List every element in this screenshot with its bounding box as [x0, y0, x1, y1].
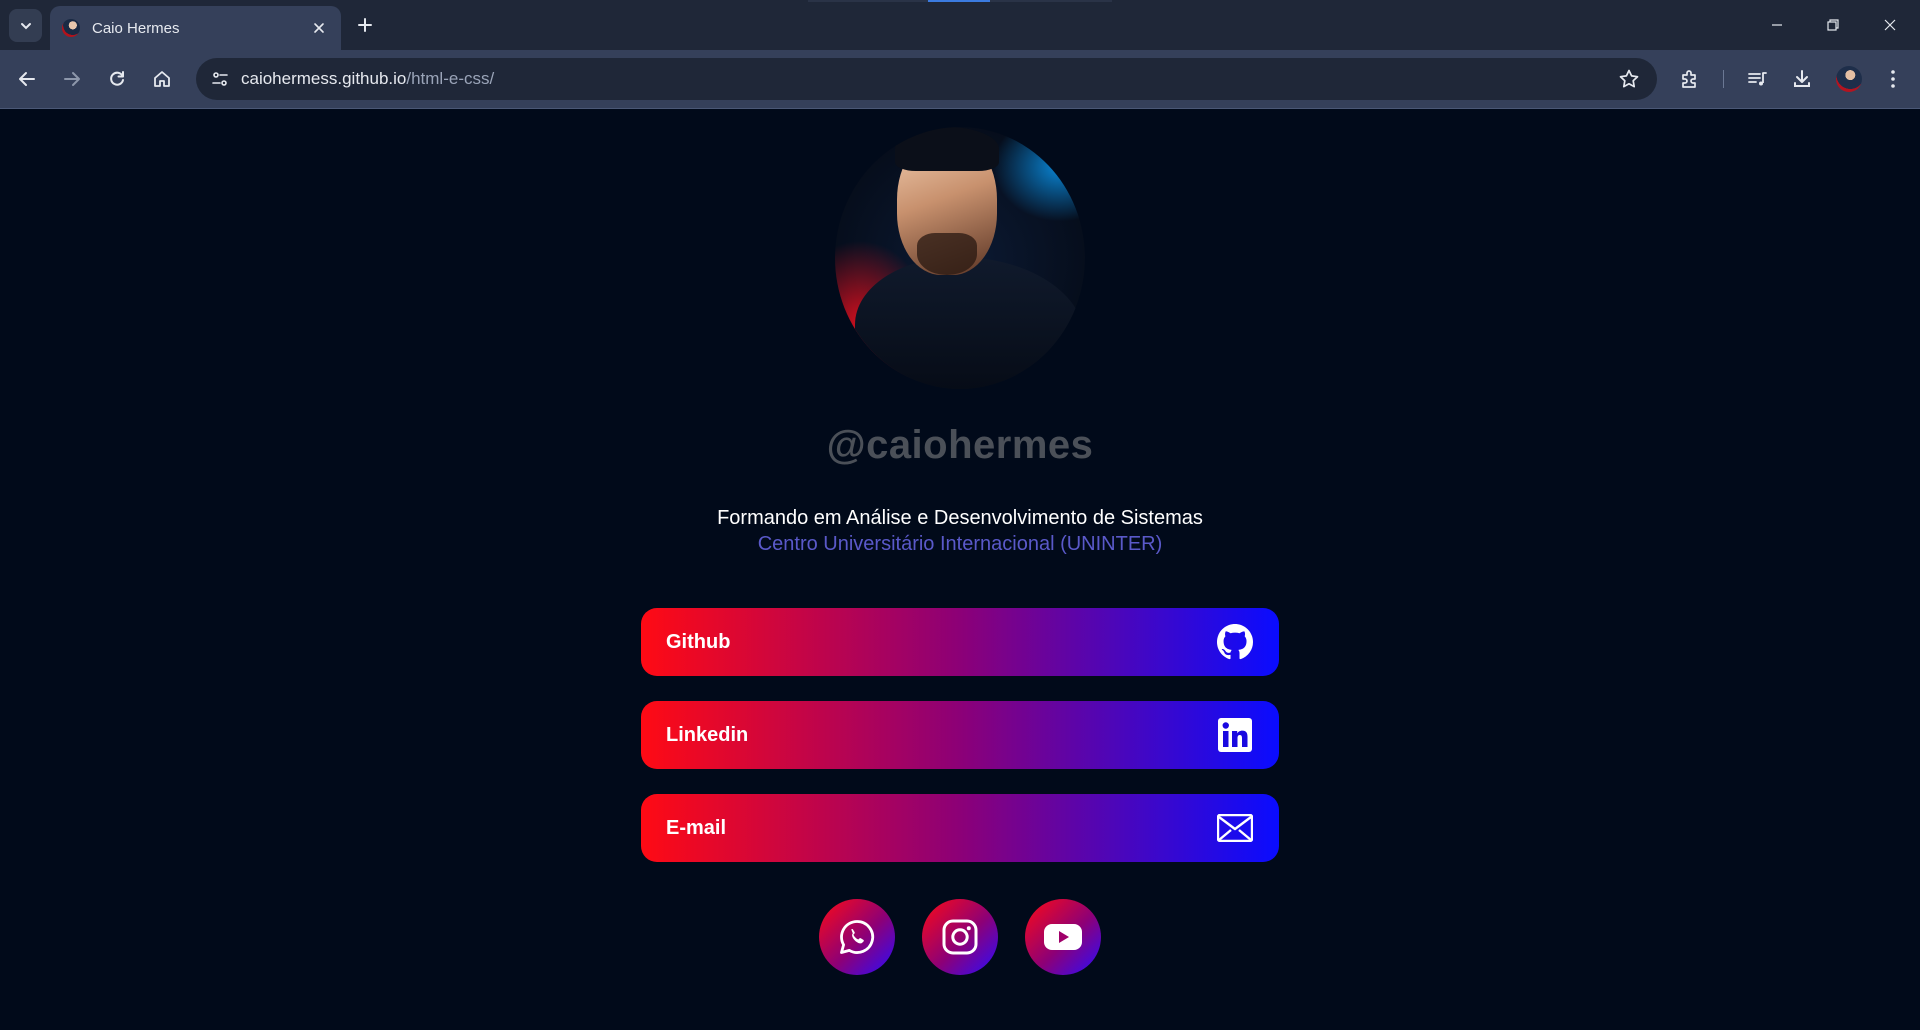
linkedin-link-button[interactable]: Linkedin — [641, 701, 1279, 769]
tab-title: Caio Hermes — [92, 19, 180, 37]
username: @caiohermes — [826, 423, 1094, 467]
back-button[interactable] — [11, 63, 43, 95]
reload-icon — [110, 71, 124, 86]
chevron-down-icon — [20, 22, 31, 29]
headline: Formando em Análise e Desenvolvimento de… — [717, 507, 1203, 529]
favicon-icon — [62, 19, 80, 37]
profile-avatar[interactable] — [1836, 66, 1862, 92]
plus-icon — [358, 18, 372, 32]
email-link-button[interactable]: E-mail — [641, 794, 1279, 862]
tab-close-button[interactable] — [309, 18, 329, 38]
photo-beard — [917, 233, 977, 275]
page-content: @caiohermes Formando em Análise e Desenv… — [0, 110, 1920, 1030]
tab-search-button[interactable] — [9, 9, 42, 42]
browser-toolbar: caiohermess.github.io/html-e-css/ — [0, 50, 1920, 109]
extensions-button[interactable] — [1674, 63, 1706, 95]
link-label: Github — [666, 630, 731, 653]
link-label: E-mail — [666, 816, 727, 839]
photo-hoodie — [855, 257, 1085, 389]
github-icon — [1215, 622, 1255, 662]
queue-music-icon — [1748, 72, 1767, 86]
new-tab-button[interactable] — [352, 12, 378, 38]
home-button[interactable] — [146, 63, 178, 95]
arrow-left-icon — [19, 72, 35, 86]
arrow-right-icon — [64, 72, 80, 86]
browser-tab-active[interactable]: Caio Hermes — [50, 6, 341, 50]
url-text[interactable]: caiohermess.github.io/html-e-css/ — [241, 58, 494, 100]
whatsapp-icon — [840, 920, 875, 954]
browser-menu-button[interactable] — [1877, 63, 1909, 95]
github-link-button[interactable]: Github — [641, 608, 1279, 676]
forward-button[interactable] — [56, 63, 88, 95]
restore-icon — [1827, 19, 1839, 31]
tune-icon — [212, 72, 228, 86]
downloads-button[interactable] — [1786, 63, 1818, 95]
download-icon — [1794, 70, 1810, 87]
youtube-button[interactable] — [1025, 899, 1101, 975]
bookmark-button[interactable] — [1617, 67, 1641, 91]
mail-icon — [1215, 808, 1255, 848]
close-icon — [314, 23, 324, 33]
star-icon — [1619, 69, 1639, 88]
link-label: Linkedin — [666, 723, 749, 746]
home-icon — [154, 71, 170, 87]
minimize-button[interactable] — [1749, 0, 1805, 50]
restore-button[interactable] — [1805, 0, 1861, 50]
toolbar-divider — [1723, 70, 1724, 88]
tab-strip-indicator — [928, 0, 990, 2]
profile-photo — [835, 127, 1085, 389]
reload-button[interactable] — [101, 63, 133, 95]
url-host: caiohermess.github.io — [241, 69, 407, 88]
site-info-button[interactable] — [204, 63, 236, 95]
url-path: /html-e-css/ — [406, 69, 495, 88]
puzzle-icon — [1682, 70, 1696, 88]
media-controls-button[interactable] — [1741, 63, 1773, 95]
close-icon — [1884, 19, 1896, 31]
more-vert-icon — [1891, 70, 1895, 88]
whatsapp-button[interactable] — [819, 899, 895, 975]
photo-hair — [895, 127, 999, 171]
youtube-icon — [1044, 924, 1082, 950]
linkedin-icon — [1215, 715, 1255, 755]
minimize-icon — [1772, 24, 1782, 26]
instagram-icon — [942, 919, 978, 955]
close-window-button[interactable] — [1862, 0, 1918, 50]
institution: Centro Universitário Internacional (UNIN… — [757, 533, 1163, 555]
instagram-button[interactable] — [922, 899, 998, 975]
browser-tab-strip: Caio Hermes — [0, 0, 1920, 50]
address-bar[interactable]: caiohermess.github.io/html-e-css/ — [196, 58, 1657, 100]
